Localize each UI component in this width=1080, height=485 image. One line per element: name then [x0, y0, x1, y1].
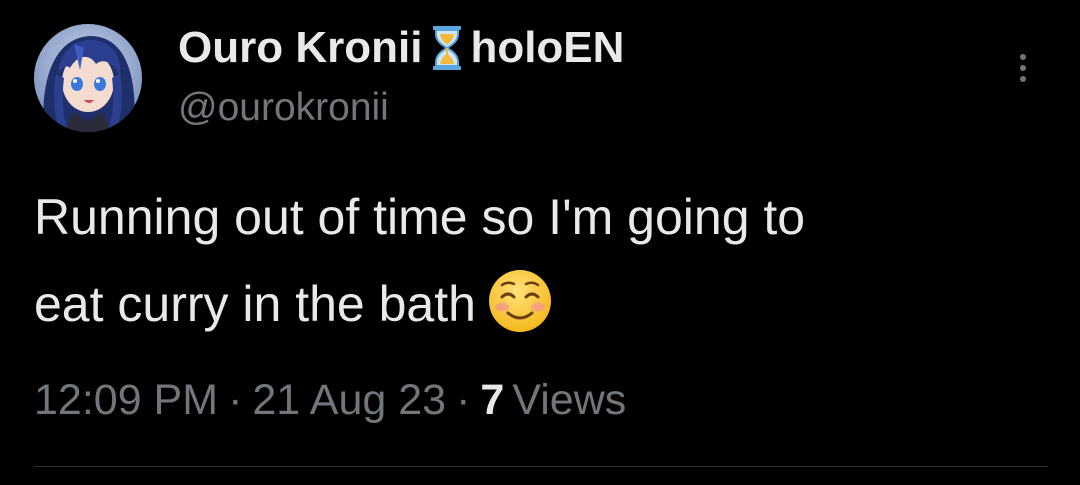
tweet-text: Running out of time so I'm going to eat …	[34, 174, 1054, 348]
tweet-text-line-2-wrapper: eat curry in the bath	[34, 261, 1054, 348]
hourglass-icon	[430, 24, 464, 72]
divider	[34, 466, 1048, 467]
more-vertical-icon	[1020, 54, 1026, 60]
views-label: Views	[512, 376, 627, 424]
more-vertical-icon-dot-2	[1020, 65, 1026, 71]
tweet-time[interactable]: 12:09 PM	[34, 376, 218, 424]
display-name[interactable]: Ouro Kronii holoEN	[178, 22, 624, 74]
tweet-date[interactable]: 21 Aug 23	[252, 376, 446, 424]
tweet-meta: 12:09 PM · 21 Aug 23 · 7 Views	[34, 376, 626, 425]
user-handle[interactable]: @ourokronii	[178, 86, 389, 130]
more-vertical-icon-dot-3	[1020, 76, 1026, 82]
smiling-face-icon	[486, 267, 554, 335]
meta-separator-2: ·	[456, 376, 471, 424]
avatar-image	[34, 24, 142, 132]
tweet-card: Ouro Kronii holoEN @ourokronii Running o…	[0, 0, 1080, 485]
display-name-part2: holoEN	[470, 23, 625, 72]
tweet-text-line-2: eat curry in the bath	[34, 276, 476, 332]
views-count[interactable]: 7	[480, 376, 504, 424]
more-options-button[interactable]	[1008, 48, 1038, 88]
meta-separator: ·	[228, 376, 243, 424]
avatar[interactable]	[34, 24, 142, 132]
tweet-text-line-1: Running out of time so I'm going to	[34, 189, 806, 245]
display-name-part1: Ouro Kronii	[178, 23, 423, 72]
